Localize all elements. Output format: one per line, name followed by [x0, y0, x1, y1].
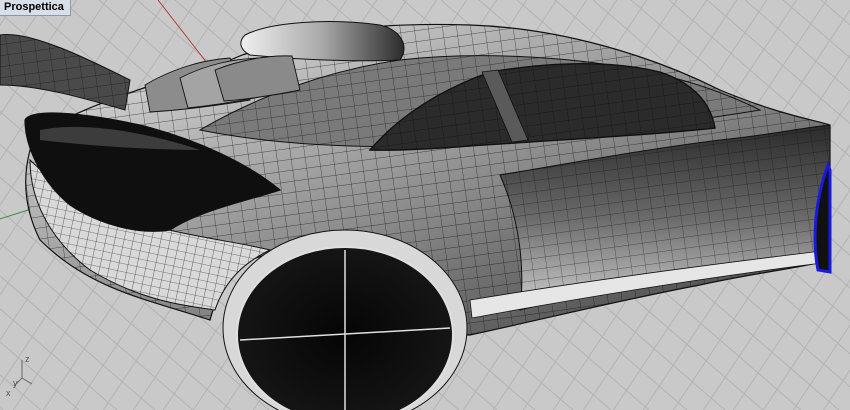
triad-z-label: z — [25, 354, 30, 364]
perspective-viewport[interactable]: z y x Prospettica — [0, 0, 850, 410]
grid-line — [836, 0, 850, 410]
viewport-canvas[interactable]: z y x — [0, 0, 850, 410]
car-wireframe-model[interactable] — [0, 21, 832, 410]
grid-line — [840, 0, 850, 410]
triad-y-axis — [21, 377, 33, 385]
triad-y-label: y — [13, 378, 18, 388]
triad-x-label: x — [6, 388, 11, 398]
viewport-title-tab[interactable]: Prospettica — [0, 0, 71, 16]
wing-left-endplate-mesh — [0, 34, 130, 110]
roof-scoop[interactable] — [240, 21, 405, 62]
